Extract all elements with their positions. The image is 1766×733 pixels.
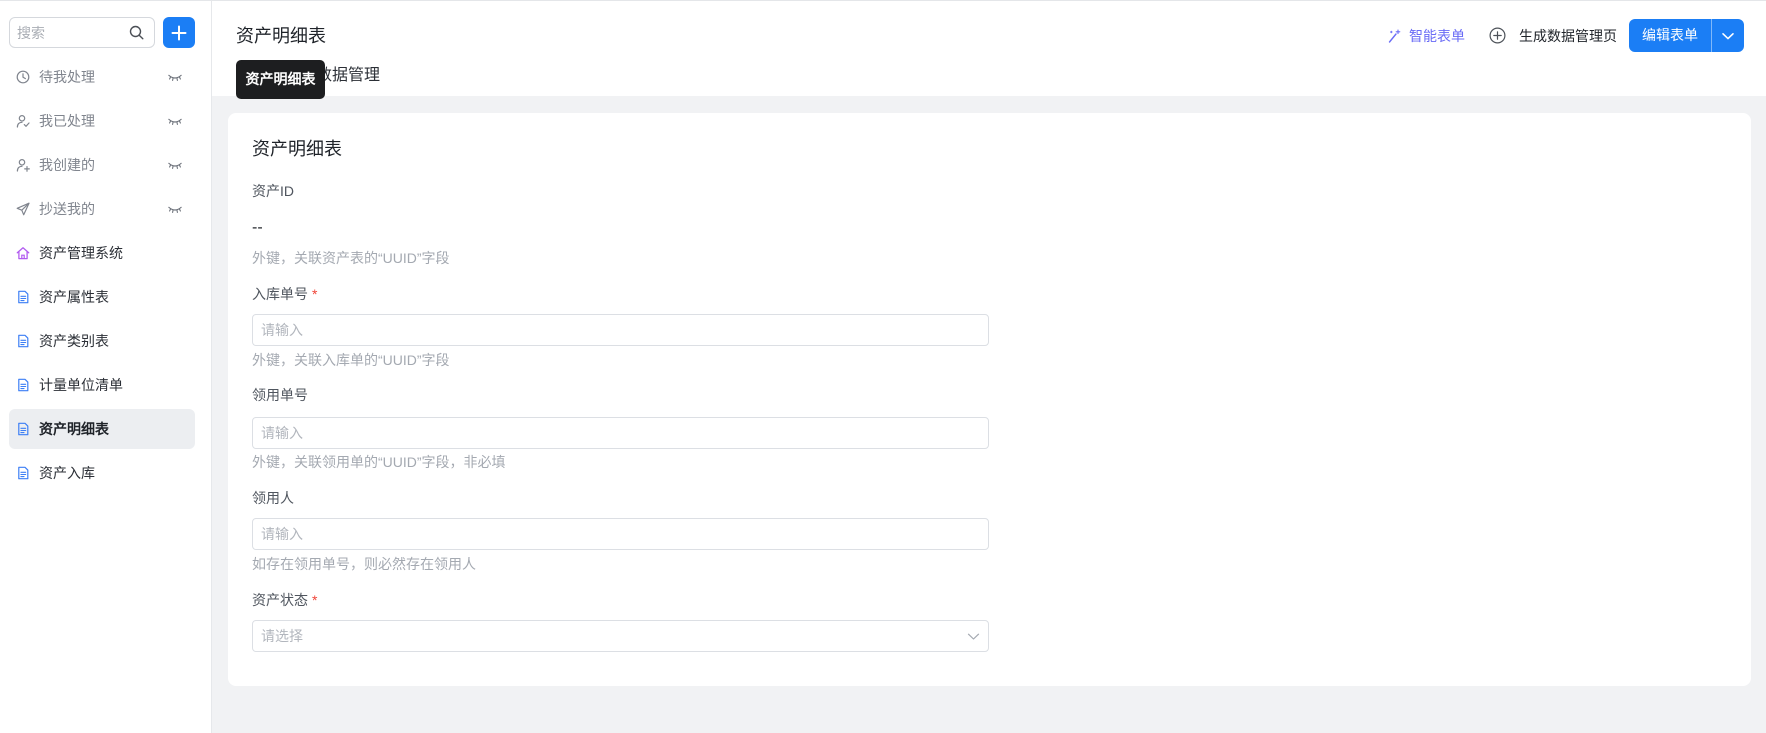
search-icon[interactable] [129,25,144,40]
send-icon [16,202,30,216]
sidebar-item-label: 资产明细表 [39,421,109,437]
field-label-inbound-order-no: 入库单号 * [252,284,317,304]
inbound-order-no-input[interactable] [252,314,989,346]
eye-closed-icon[interactable] [167,114,183,128]
edit-form-dropdown-button[interactable] [1711,19,1744,52]
field-help-text: 外键，关联资产表的“UUID”字段 [252,250,450,266]
sidebar-item-asset-attributes[interactable]: 资产属性表 [9,277,195,317]
field-label-recipient: 领用人 [252,488,294,508]
form-title: 资产明细表 [252,139,342,159]
document-icon [18,334,29,348]
recipient-input[interactable] [252,518,989,550]
plus-icon [171,25,187,40]
sidebar-item-processed[interactable]: 我已处理 [9,101,195,141]
asset-status-select[interactable]: 请选择 [252,620,989,652]
document-icon [18,378,29,392]
field-label-text: 资产状态 [252,592,308,608]
top-border [0,0,1766,1]
asset-id-value: -- [252,219,263,236]
sidebar-item-label: 计量单位清单 [39,377,123,393]
sidebar-item-label: 资产入库 [39,465,95,481]
eye-closed-icon[interactable] [167,70,183,84]
sidebar-item-asset-inbound[interactable]: 资产入库 [9,453,195,493]
smart-form-label: 智能表单 [1409,28,1465,44]
generate-data-page-label: 生成数据管理页 [1519,28,1617,44]
edit-form-button-group: 编辑表单 [1629,19,1744,52]
sidebar-item-cc-me[interactable]: 抄送我的 [9,189,195,229]
sidebar-item-units[interactable]: 计量单位清单 [9,365,195,405]
sidebar-item-asset-system[interactable]: 资产管理系统 [9,233,195,273]
document-icon [18,466,29,480]
magic-wand-icon [1388,29,1401,43]
generate-data-page-button[interactable]: 生成数据管理页 [1489,27,1621,45]
required-mark: * [312,286,318,302]
chevron-down-icon [967,633,980,640]
add-button[interactable] [163,17,195,48]
smart-form-link[interactable]: 智能表单 [1387,26,1477,46]
field-label-requisition-order-no: 领用单号 [252,385,308,405]
chevron-down-icon [1722,32,1734,39]
plus-circle-icon [1489,27,1506,44]
user-add-icon [16,159,30,172]
sidebar-item-label: 待我处理 [39,69,95,85]
sidebar-item-pending[interactable]: 待我处理 [9,57,195,97]
page-title: 资产明细表 [236,26,326,46]
title-tooltip: 资产明细表 [236,60,325,99]
field-help-text: 外键，关联领用单的“UUID”字段，非必填 [252,454,506,470]
requisition-order-no-input[interactable] [252,417,989,449]
field-label-text: 领用单号 [252,387,308,403]
document-icon [18,422,29,436]
sidebar-item-label: 资产类别表 [39,333,109,349]
user-check-icon [16,115,30,128]
edit-form-button[interactable]: 编辑表单 [1629,19,1711,52]
clock-icon [16,70,30,84]
sidebar-item-label: 资产管理系统 [39,245,123,261]
field-label-text: 资产ID [252,183,294,199]
sidebar: 待我处理 我已处理 我创建的 [0,0,212,733]
sidebar-item-created-by-me[interactable]: 我创建的 [9,145,195,185]
document-icon [18,290,29,304]
field-label-asset-id: 资产ID [252,181,294,201]
field-help-text: 外键，关联入库单的“UUID”字段 [252,352,450,368]
eye-closed-icon[interactable] [167,158,183,172]
sidebar-item-asset-categories[interactable]: 资产类别表 [9,321,195,361]
search-input[interactable] [10,18,128,47]
form-card: 资产明细表 资产ID -- 外键，关联资产表的“UUID”字段 入库单号* 外键… [228,113,1751,686]
sidebar-item-label: 抄送我的 [39,201,95,217]
sidebar-item-label: 我已处理 [39,113,95,129]
eye-closed-icon[interactable] [167,202,183,216]
field-help-text: 如存在领用单号，则必然存在领用人 [252,556,476,572]
sidebar-item-label: 我创建的 [39,157,95,173]
sidebar-search-box [9,17,155,48]
sidebar-item-label: 资产属性表 [39,289,109,305]
sidebar-item-asset-details[interactable]: 资产明细表 [9,409,195,449]
tab-data-management[interactable]: 数据管理 [316,64,380,88]
field-label-text: 入库单号 [252,286,308,302]
required-mark: * [312,592,318,608]
field-label-text: 领用人 [252,490,294,506]
home-icon [16,247,30,260]
field-label-asset-status: 资产状态 * [252,590,317,610]
page-header: 资产明细表 数据管理 资产明细表 智能表单 生成数据管理页 编辑表单 [212,0,1766,99]
select-placeholder: 请选择 [261,628,303,644]
